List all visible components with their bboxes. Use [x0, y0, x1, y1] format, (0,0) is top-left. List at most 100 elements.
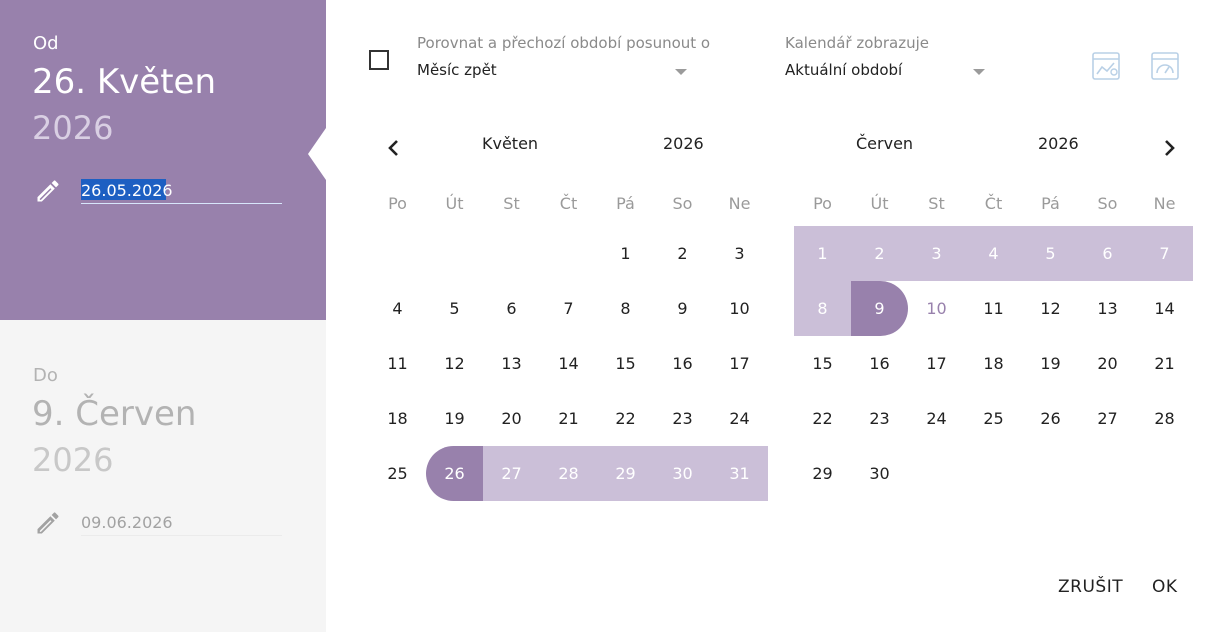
calendar-day[interactable]: 18	[369, 391, 426, 446]
from-date-input[interactable]	[81, 177, 282, 204]
month-year[interactable]: 2026	[663, 134, 704, 153]
calendar-day[interactable]: 19	[426, 391, 483, 446]
calendar-day[interactable]: 3	[908, 226, 965, 281]
calendar-day[interactable]: 9	[851, 281, 908, 336]
to-date-input[interactable]	[81, 509, 282, 536]
calendar-view-select[interactable]: Aktuální období	[785, 61, 902, 79]
calendar-day[interactable]: 18	[965, 336, 1022, 391]
calendar-day[interactable]: 25	[965, 391, 1022, 446]
calendar-day[interactable]: 31	[711, 446, 768, 501]
calendar-day[interactable]: 25	[369, 446, 426, 501]
weekday-header: Po	[813, 194, 832, 213]
calendar-day[interactable]: 16	[851, 336, 908, 391]
calendar-day[interactable]: 27	[483, 446, 540, 501]
calendar-day[interactable]: 10	[711, 281, 768, 336]
calendar-day[interactable]: 13	[483, 336, 540, 391]
calendar-day[interactable]: 12	[1022, 281, 1079, 336]
chevron-down-icon[interactable]	[973, 69, 985, 75]
weekday-header: Pá	[616, 194, 635, 213]
calendar-day[interactable]: 11	[965, 281, 1022, 336]
calendar-day[interactable]: 22	[597, 391, 654, 446]
calendar-view-label: Kalendář zobrazuje	[785, 34, 930, 52]
from-date-heading: 26. Květen	[32, 62, 217, 102]
calendar-day[interactable]: 12	[426, 336, 483, 391]
calendar-day[interactable]: 3	[711, 226, 768, 281]
calendar-day[interactable]: 8	[794, 281, 851, 336]
calendar-day[interactable]: 7	[1136, 226, 1193, 281]
chevron-right-icon[interactable]	[1159, 138, 1179, 158]
calendar-day[interactable]: 23	[851, 391, 908, 446]
to-date-heading: 9. Červen	[32, 394, 197, 434]
month-name[interactable]: Červen	[856, 134, 913, 153]
weekday-header: Út	[870, 194, 889, 213]
gauge-window-icon[interactable]	[1151, 52, 1179, 80]
active-panel-pointer	[308, 128, 326, 180]
calendar-day[interactable]: 13	[1079, 281, 1136, 336]
calendar-day[interactable]: 14	[540, 336, 597, 391]
calendar-day[interactable]: 6	[1079, 226, 1136, 281]
weekday-header: Ne	[728, 194, 751, 213]
month-name[interactable]: Květen	[482, 134, 538, 153]
chevron-left-icon[interactable]	[384, 138, 404, 158]
calendar-day[interactable]: 5	[1022, 226, 1079, 281]
calendar-day[interactable]: 6	[483, 281, 540, 336]
chevron-down-icon[interactable]	[675, 69, 687, 75]
calendar-day[interactable]: 4	[965, 226, 1022, 281]
weekday-header: Út	[445, 194, 464, 213]
pencil-icon[interactable]	[34, 177, 62, 205]
weekday-header: Čt	[559, 194, 578, 213]
calendar-day[interactable]: 17	[711, 336, 768, 391]
calendar-day[interactable]: 26	[426, 446, 483, 501]
calendar-day[interactable]: 28	[540, 446, 597, 501]
calendar-day[interactable]: 28	[1136, 391, 1193, 446]
compare-select[interactable]: Měsíc zpět	[417, 61, 497, 79]
calendar-day[interactable]: 17	[908, 336, 965, 391]
calendar-day[interactable]: 14	[1136, 281, 1193, 336]
calendar-day[interactable]: 24	[908, 391, 965, 446]
compare-checkbox[interactable]	[369, 50, 389, 70]
calendar-day[interactable]: 4	[369, 281, 426, 336]
calendar-day[interactable]: 22	[794, 391, 851, 446]
calendar-day[interactable]: 8	[597, 281, 654, 336]
pencil-icon[interactable]	[34, 509, 62, 537]
from-label: Od	[33, 33, 59, 54]
weekday-header: So	[1097, 194, 1118, 213]
weekday-header: St	[503, 194, 520, 213]
cancel-button[interactable]: ZRUŠIT	[1058, 577, 1123, 597]
weekday-header: Čt	[984, 194, 1003, 213]
calendar-day[interactable]: 1	[794, 226, 851, 281]
calendar-day[interactable]: 21	[1136, 336, 1193, 391]
calendar-day[interactable]: 29	[597, 446, 654, 501]
weekday-header: Ne	[1153, 194, 1176, 213]
calendar-day[interactable]: 30	[654, 446, 711, 501]
calendar-day[interactable]: 7	[540, 281, 597, 336]
calendar-day[interactable]: 15	[597, 336, 654, 391]
calendar-day[interactable]: 24	[711, 391, 768, 446]
to-label: Do	[33, 365, 58, 386]
calendar-day[interactable]: 11	[369, 336, 426, 391]
calendar-day[interactable]: 20	[483, 391, 540, 446]
calendar-day[interactable]: 2	[654, 226, 711, 281]
compare-label: Porovnat a přechozí období posunout o	[417, 34, 711, 52]
calendar-day[interactable]: 26	[1022, 391, 1079, 446]
weekday-header: Po	[388, 194, 407, 213]
calendar-day[interactable]: 9	[654, 281, 711, 336]
calendar-day[interactable]: 16	[654, 336, 711, 391]
calendar-day[interactable]: 19	[1022, 336, 1079, 391]
calendar-day[interactable]: 21	[540, 391, 597, 446]
calendar-day[interactable]: 29	[794, 446, 851, 501]
month-year[interactable]: 2026	[1038, 134, 1079, 153]
weekday-header: St	[928, 194, 945, 213]
chart-window-icon[interactable]	[1092, 52, 1120, 80]
calendar-day[interactable]: 10	[908, 281, 965, 336]
calendar-day[interactable]: 27	[1079, 391, 1136, 446]
calendar-day[interactable]: 23	[654, 391, 711, 446]
calendar-day[interactable]: 30	[851, 446, 908, 501]
calendar-day[interactable]: 15	[794, 336, 851, 391]
calendar-day[interactable]: 2	[851, 226, 908, 281]
calendar-day[interactable]: 20	[1079, 336, 1136, 391]
ok-button[interactable]: OK	[1152, 577, 1178, 597]
calendar-day[interactable]: 5	[426, 281, 483, 336]
weekday-header: So	[672, 194, 693, 213]
calendar-day[interactable]: 1	[597, 226, 654, 281]
